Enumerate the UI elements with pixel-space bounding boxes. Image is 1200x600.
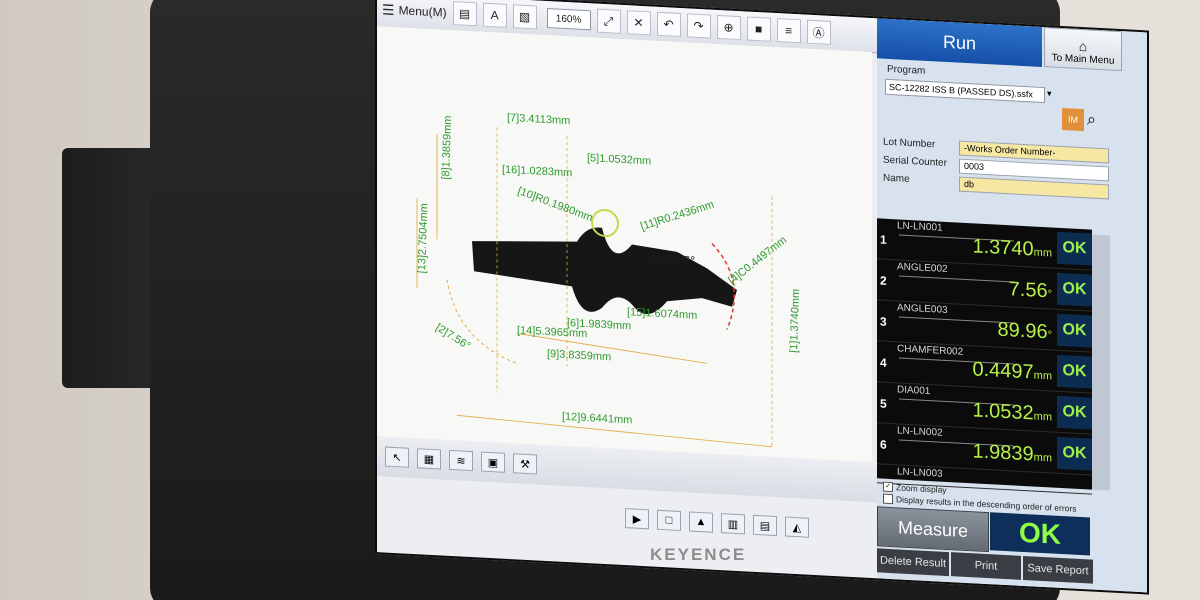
serial-counter-label: Serial Counter: [883, 154, 947, 169]
name-label: Name: [883, 172, 910, 186]
result-row-line: [899, 275, 1014, 283]
result-row-number: 4: [880, 355, 887, 370]
result-row-value: 1.9839mm: [972, 440, 1053, 466]
program-select[interactable]: SC-12282 ISS B (PASSED DS).ssfx: [885, 78, 1045, 104]
view-graph-icon[interactable]: ▥: [721, 513, 745, 535]
results-scrollbar[interactable]: [1092, 234, 1110, 491]
view-play-icon[interactable]: ▶: [625, 508, 649, 530]
zoom-display-checkbox[interactable]: ✓: [883, 481, 893, 493]
line-width-icon[interactable]: ≡: [776, 18, 801, 44]
dim-label-1: [1]1.3740mm: [788, 288, 802, 353]
result-row-status: OK: [1057, 436, 1092, 471]
result-row-name: LN-LN002: [897, 425, 943, 439]
view-blank-icon[interactable]: □: [657, 509, 681, 532]
result-row-status: OK: [1057, 354, 1092, 389]
result-row-number: 5: [880, 396, 887, 411]
result-row-name: LN-LN003: [897, 466, 943, 480]
image-icon[interactable]: ▧: [512, 4, 537, 30]
result-row-status: OK: [1057, 313, 1092, 348]
result-row-name: LN-LN001: [897, 220, 943, 234]
view-tabs: ▶ □ ▲ ▥ ▤ ◭: [617, 505, 877, 545]
dim-label-13: [13]2.7504mm: [416, 203, 430, 274]
program-file-icon[interactable]: IM: [1062, 108, 1084, 132]
redo-icon[interactable]: ↷: [686, 13, 711, 39]
measure-button[interactable]: Measure: [877, 506, 989, 553]
result-row-name: CHAMFER002: [897, 343, 964, 358]
result-row-name: ANGLE003: [897, 302, 948, 317]
result-row-value: 1.0532mm: [972, 399, 1053, 425]
delete-result-button[interactable]: Delete Result: [877, 548, 949, 577]
result-row-status: OK: [1057, 395, 1092, 430]
zoom-level[interactable]: 160%: [546, 7, 591, 31]
result-row-value: 7.56°: [1008, 278, 1052, 303]
keyence-logo: KEYENCE: [650, 545, 747, 564]
image-view-icon[interactable]: ▣: [481, 451, 505, 473]
result-row-number: 2: [880, 273, 887, 288]
program-search-icon[interactable]: ⌕: [1087, 111, 1096, 129]
dim-label-8: [8]1.3859mm: [440, 115, 454, 180]
text-style-icon[interactable]: Ⓐ: [806, 19, 831, 45]
view-chart-icon[interactable]: ◭: [785, 516, 809, 538]
fit-zoom-icon[interactable]: ⤢: [596, 8, 621, 34]
result-row-name: DIA001: [897, 384, 931, 398]
delete-icon[interactable]: ✕: [626, 10, 651, 36]
menu-label[interactable]: Menu(M): [399, 3, 447, 20]
result-row-status: OK: [1057, 272, 1092, 307]
result-row-status: OK: [1057, 231, 1092, 266]
dim-label-3: [3]89.96°: [647, 251, 695, 268]
crosshair-icon[interactable]: ⊕: [716, 14, 741, 41]
photo-scene: ☰ Menu(M) ▤ A ▧ 160% ⤢ ✕ ↶ ↷ ⊕ ■ ≡ Ⓐ [7]…: [0, 0, 1200, 600]
zoom-display-option[interactable]: ✓ Zoom display: [883, 481, 947, 495]
result-row-value: 0.4497mm: [972, 358, 1053, 384]
print-button[interactable]: Print: [951, 552, 1021, 580]
stack-icon[interactable]: ≋: [449, 449, 473, 472]
open-file-icon[interactable]: ▤: [452, 1, 477, 27]
program-label: Program: [887, 63, 926, 77]
measurement-overlay: [7]3.4113mm [8]1.3859mm [16]1.0283mm [5]…: [377, 26, 872, 463]
result-row-number: 3: [880, 314, 887, 329]
result-row-number: 1: [880, 232, 887, 247]
measurement-image[interactable]: [7]3.4113mm [8]1.3859mm [16]1.0283mm [5]…: [377, 26, 872, 463]
view-table-icon[interactable]: ▤: [753, 514, 777, 537]
run-panel: Run ⌂ To Main Menu Program SC-12282 ISS …: [877, 18, 1147, 593]
overall-ok-status: OK: [990, 512, 1090, 556]
descending-order-checkbox[interactable]: [883, 493, 893, 505]
result-row-value: 89.96°: [997, 318, 1052, 344]
layers-icon[interactable]: ▦: [417, 448, 441, 470]
save-report-button[interactable]: Save Report: [1023, 555, 1093, 584]
screen: ☰ Menu(M) ▤ A ▧ 160% ⤢ ✕ ↶ ↷ ⊕ ■ ≡ Ⓐ [7]…: [375, 0, 1149, 595]
view-tree-icon[interactable]: ▲: [689, 511, 713, 533]
main-menu-button[interactable]: ⌂ To Main Menu: [1044, 27, 1122, 72]
program-dropdown-icon[interactable]: ▾: [1047, 88, 1052, 99]
menu-icon[interactable]: ☰: [382, 1, 395, 19]
result-row-name: ANGLE002: [897, 261, 948, 276]
pointer-icon[interactable]: ↖: [385, 446, 409, 468]
result-row-number: 6: [880, 437, 887, 452]
zoom-display-label: Zoom display: [896, 482, 947, 495]
fill-color-icon[interactable]: ■: [746, 16, 771, 42]
tools-icon[interactable]: ⚒: [513, 453, 537, 475]
monitor-bezel: ☰ Menu(M) ▤ A ▧ 160% ⤢ ✕ ↶ ↷ ⊕ ■ ≡ Ⓐ [7]…: [150, 0, 1149, 600]
main-menu-label: To Main Menu: [1051, 52, 1115, 67]
lot-number-label: Lot Number: [883, 136, 936, 151]
edit-file-icon[interactable]: A: [482, 2, 507, 28]
run-tab[interactable]: Run: [877, 18, 1042, 67]
home-icon: ⌂: [1078, 37, 1088, 55]
undo-icon[interactable]: ↶: [656, 11, 681, 38]
result-row-value: 1.3740mm: [972, 235, 1053, 261]
results-list[interactable]: 1 LN-LN001 1.3740mm OK 2 ANGLE002 7.56° OK 3 ANGL…: [877, 218, 1092, 495]
